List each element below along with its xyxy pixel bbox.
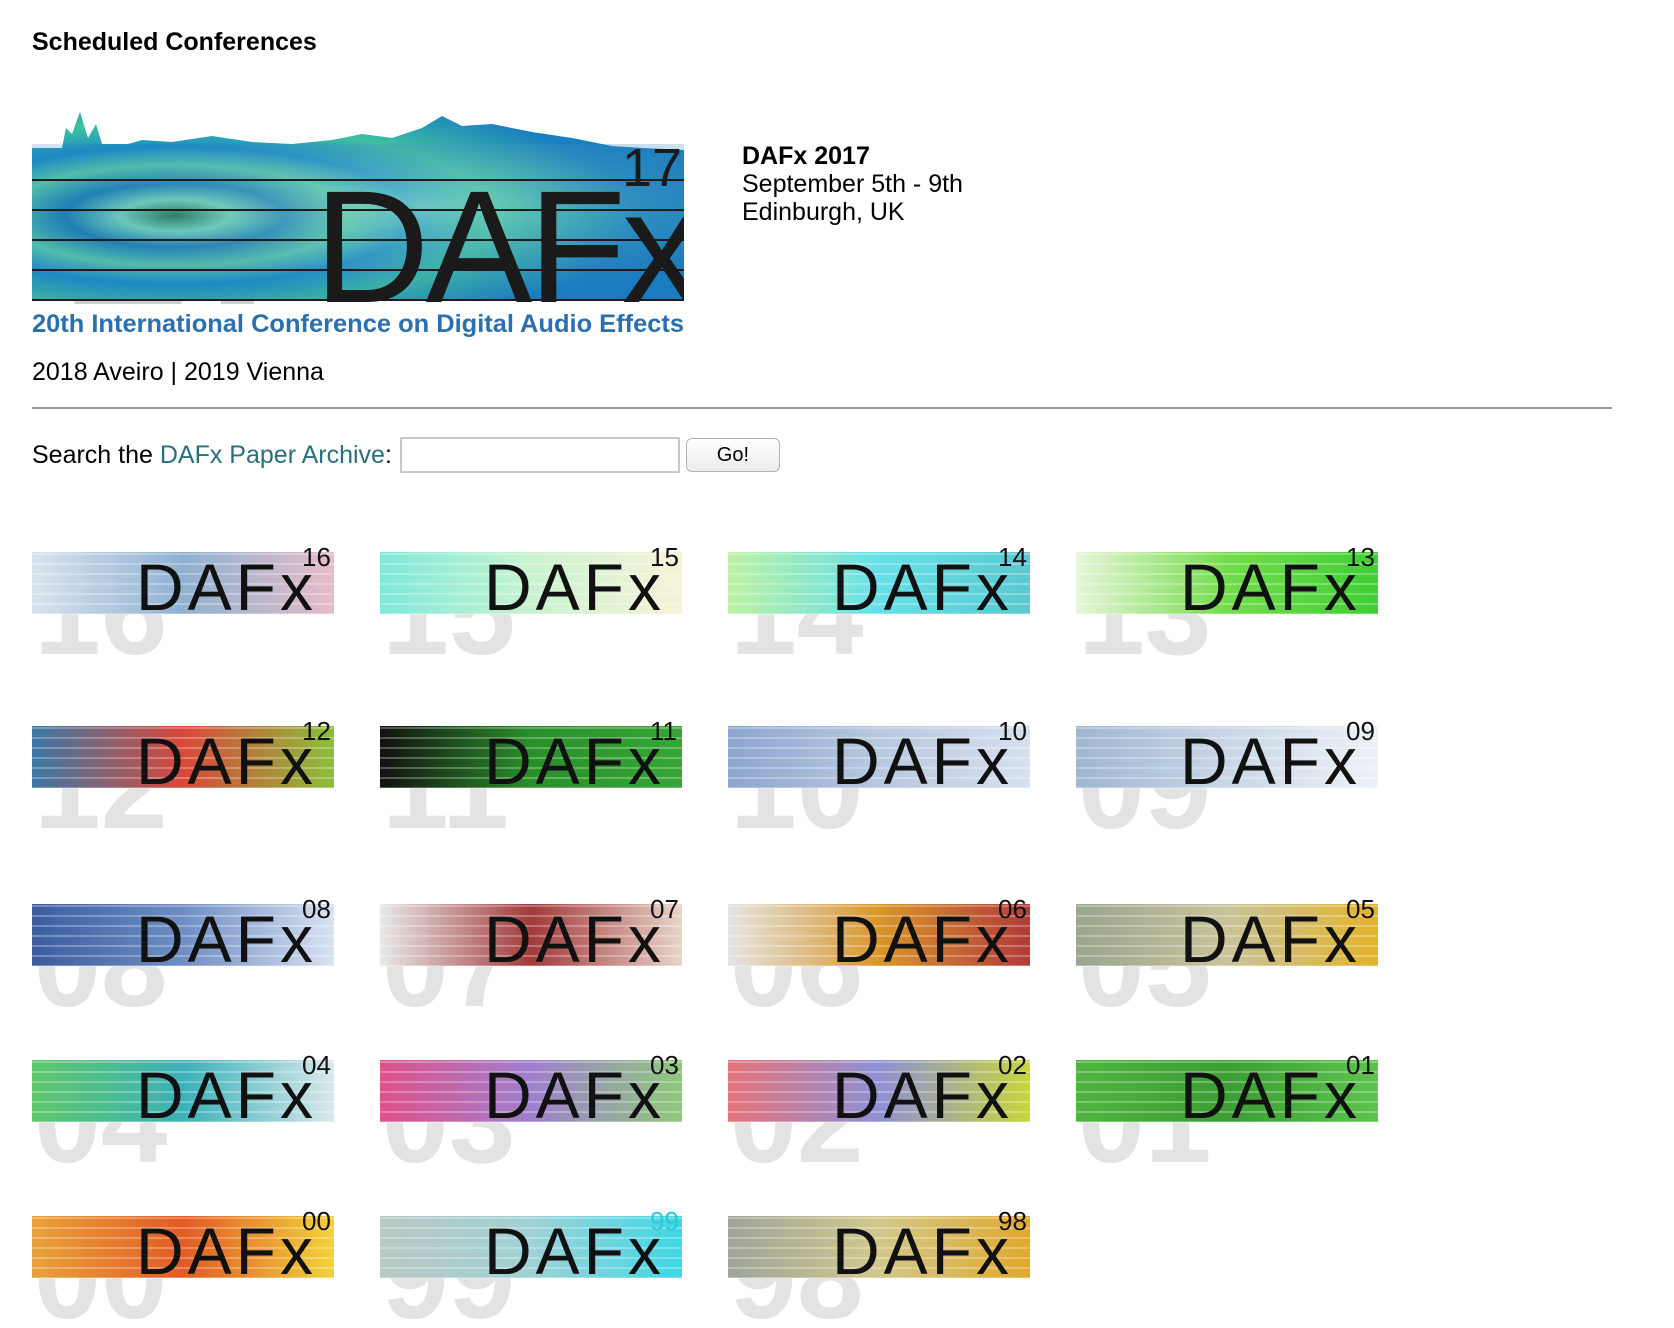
year-superscript: 02	[998, 1050, 1027, 1080]
upcoming-conferences: 2018 Aveiro | 2019 Vienna	[32, 358, 324, 386]
year-superscript: 12	[302, 716, 331, 746]
year-superscript: 15	[650, 542, 679, 572]
dafx-00-logo[interactable]: 00DAFx00	[32, 1178, 334, 1328]
year-superscript: 04	[302, 1050, 331, 1080]
dafx-08-logo[interactable]: 08DAFx08	[32, 866, 334, 1016]
dafx-03-graphic: 03DAFx03	[380, 1050, 682, 1172]
dafx-wordmark: DAFx	[832, 724, 1013, 798]
dafx-15-logo[interactable]: 15DAFx15	[380, 514, 682, 664]
dafx-wordmark: DAFx	[832, 1214, 1013, 1288]
conference-location: Edinburgh, UK	[742, 198, 905, 226]
year-superscript: 07	[650, 894, 679, 924]
dafx-wordmark: DAFx	[136, 550, 317, 624]
dafx-wordmark: DAFx	[484, 902, 665, 976]
dafx-10-graphic: 10DAFx10	[728, 716, 1030, 838]
year-superscript: 08	[302, 894, 331, 924]
year-superscript: 01	[1346, 1050, 1375, 1080]
dafx-wordmark: DAFx	[484, 1058, 665, 1132]
dafx-14-logo[interactable]: 14DAFx14	[728, 514, 1030, 664]
dafx-wordmark: DAFx	[1180, 902, 1361, 976]
conference-info: DAFx 2017 September 5th - 9th Edinburgh,…	[742, 142, 963, 226]
year-superscript: 03	[650, 1050, 679, 1080]
dafx-98-logo[interactable]: 98DAFx98	[728, 1178, 1030, 1328]
dafx-wordmark: DAFx	[832, 902, 1013, 976]
dafx17-logo-graphic: 17 DAFx 17 20th International Conference…	[32, 96, 705, 353]
year-superscript: 00	[302, 1206, 331, 1236]
dafx-13-logo[interactable]: 13DAFx13	[1076, 514, 1378, 664]
dafx-15-graphic: 15DAFx15	[380, 542, 682, 664]
dafx-wordmark: DAFx	[832, 550, 1013, 624]
dafx-10-logo[interactable]: 10DAFx10	[728, 688, 1030, 838]
year-superscript: 14	[998, 542, 1027, 572]
dafx-11-graphic: 11DAFx11	[380, 716, 682, 838]
dafx-99-logo[interactable]: 99DAFx99	[380, 1178, 682, 1328]
page-heading: Scheduled Conferences	[32, 28, 317, 56]
dafx-01-graphic: 01DAFx01	[1076, 1050, 1378, 1172]
divider	[32, 407, 1612, 409]
dafx-02-logo[interactable]: 02DAFx02	[728, 1022, 1030, 1172]
dafx-01-logo[interactable]: 01DAFx01	[1076, 1022, 1378, 1172]
year-superscript: 16	[302, 542, 331, 572]
dafx-99-graphic: 99DAFx99	[380, 1206, 682, 1328]
dafx-wordmark: DAFx	[1180, 724, 1361, 798]
year-superscript: 05	[1346, 894, 1375, 924]
dafx-wordmark: DAFx	[484, 550, 665, 624]
dafx-05-logo[interactable]: 05DAFx05	[1076, 866, 1378, 1016]
dafx-06-graphic: 06DAFx06	[728, 894, 1030, 1016]
dafx-11-logo[interactable]: 11DAFx11	[380, 688, 682, 838]
dafx-07-logo[interactable]: 07DAFx07	[380, 866, 682, 1016]
year-superscript: 11	[650, 716, 677, 746]
year-superscript: 10	[998, 716, 1027, 746]
conference-title: DAFx 2017	[742, 142, 870, 170]
dafx-wordmark: DAFx	[136, 1058, 317, 1132]
dafx-wordmark: DAFx	[136, 1214, 317, 1288]
go-button[interactable]: Go!	[685, 438, 780, 472]
dafx-00-graphic: 00DAFx00	[32, 1206, 334, 1328]
dafx-98-graphic: 98DAFx98	[728, 1206, 1030, 1328]
dafx-16-logo[interactable]: 16DAFx16	[32, 514, 334, 664]
year-superscript: 98	[998, 1206, 1027, 1236]
dafx-wordmark: DAFx	[136, 724, 317, 798]
search-input[interactable]	[399, 437, 680, 473]
conference-dates: September 5th - 9th	[742, 170, 963, 198]
dafx-wordmark: DAFx	[484, 724, 665, 798]
dafx-06-logo[interactable]: 06DAFx06	[728, 866, 1030, 1016]
dafx-16-graphic: 16DAFx16	[32, 542, 334, 664]
dafx-wordmark: DAFx	[1180, 1058, 1361, 1132]
dafx-wordmark: DAFx	[1180, 550, 1361, 624]
dafx-14-graphic: 14DAFx14	[728, 542, 1030, 664]
dafx-03-logo[interactable]: 03DAFx03	[380, 1022, 682, 1172]
dafx-07-graphic: 07DAFx07	[380, 894, 682, 1016]
dafx-wordmark: DAFx	[832, 1058, 1013, 1132]
dafx-12-logo[interactable]: 12DAFx12	[32, 688, 334, 838]
dafx-05-graphic: 05DAFx05	[1076, 894, 1378, 1016]
dafx17-logo[interactable]: 17 DAFx 17 20th International Conference…	[32, 96, 705, 353]
dafx17-subtitle: 20th International Conference on Digital…	[32, 310, 684, 338]
dafx-wordmark: DAFx	[136, 902, 317, 976]
search-prefix: Search the	[32, 440, 160, 469]
year-superscript: 09	[1346, 716, 1375, 746]
dafx-09-graphic: 09DAFx09	[1076, 716, 1378, 838]
dafx-04-logo[interactable]: 04DAFx04	[32, 1022, 334, 1172]
year-superscript: 13	[1346, 542, 1375, 572]
dafx-08-graphic: 08DAFx08	[32, 894, 334, 1016]
year-superscript: 99	[650, 1206, 679, 1236]
archive-search: Search the DAFx Paper Archive : Go!	[32, 434, 780, 476]
dafx-superscript: 17	[622, 138, 682, 198]
search-suffix: :	[384, 440, 392, 469]
dafx-13-graphic: 13DAFx13	[1076, 542, 1378, 664]
paper-archive-link[interactable]: DAFx Paper Archive	[160, 441, 385, 470]
dafx-wordmark: DAFx	[484, 1214, 665, 1288]
dafx-04-graphic: 04DAFx04	[32, 1050, 334, 1172]
dafx-09-logo[interactable]: 09DAFx09	[1076, 688, 1378, 838]
dafx-12-graphic: 12DAFx12	[32, 716, 334, 838]
dafx-02-graphic: 02DAFx02	[728, 1050, 1030, 1172]
year-superscript: 06	[998, 894, 1027, 924]
